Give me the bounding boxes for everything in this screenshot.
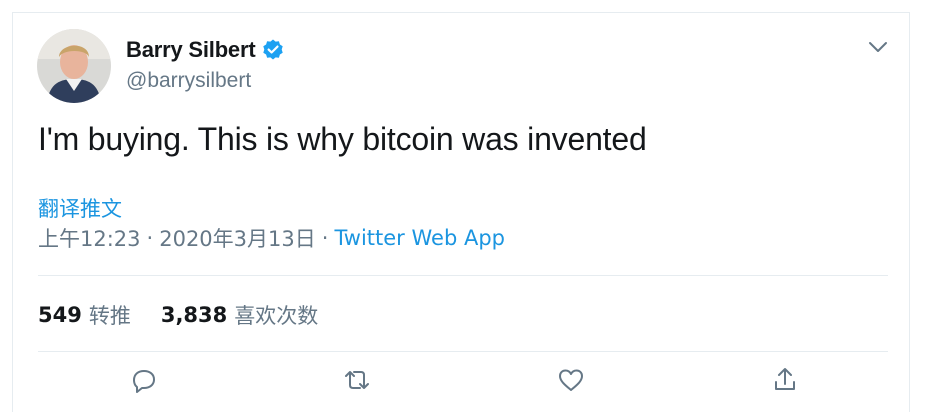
retweets-label[interactable]: 转推 (89, 300, 131, 330)
tweet-meta: 上午12:23 · 2020年3月13日 · Twitter Web App (38, 223, 505, 253)
translate-tweet-link[interactable]: 翻译推文 (38, 193, 122, 223)
author-name[interactable]: Barry Silbert (126, 37, 256, 63)
tweet-stats: 549 转推 3,838 喜欢次数 (38, 300, 348, 330)
meta-separator: · (146, 226, 154, 250)
share-icon[interactable] (770, 365, 800, 395)
tweet-time[interactable]: 上午12:23 (38, 223, 141, 253)
likes-label[interactable]: 喜欢次数 (234, 300, 318, 330)
divider (38, 351, 888, 352)
likes-count[interactable]: 3,838 (161, 303, 227, 327)
tweet-date[interactable]: 2020年3月13日 (159, 223, 316, 253)
like-icon[interactable] (556, 365, 586, 395)
author-name-row: Barry Silbert (126, 37, 285, 63)
meta-separator: · (321, 226, 329, 250)
divider (38, 275, 888, 276)
retweets-count[interactable]: 549 (38, 303, 82, 327)
tweet-text: I'm buying. This is why bitcoin was inve… (38, 121, 647, 157)
retweet-icon[interactable] (342, 365, 372, 395)
source-app-link[interactable]: Twitter Web App (334, 226, 505, 250)
avatar[interactable] (37, 29, 111, 103)
verified-badge-icon (261, 38, 285, 62)
reply-icon[interactable] (129, 365, 159, 395)
tweet-card: Barry Silbert @barrysilbert I'm buying. … (12, 12, 910, 412)
author-handle[interactable]: @barrysilbert (126, 69, 251, 93)
chevron-down-icon[interactable] (866, 35, 890, 59)
